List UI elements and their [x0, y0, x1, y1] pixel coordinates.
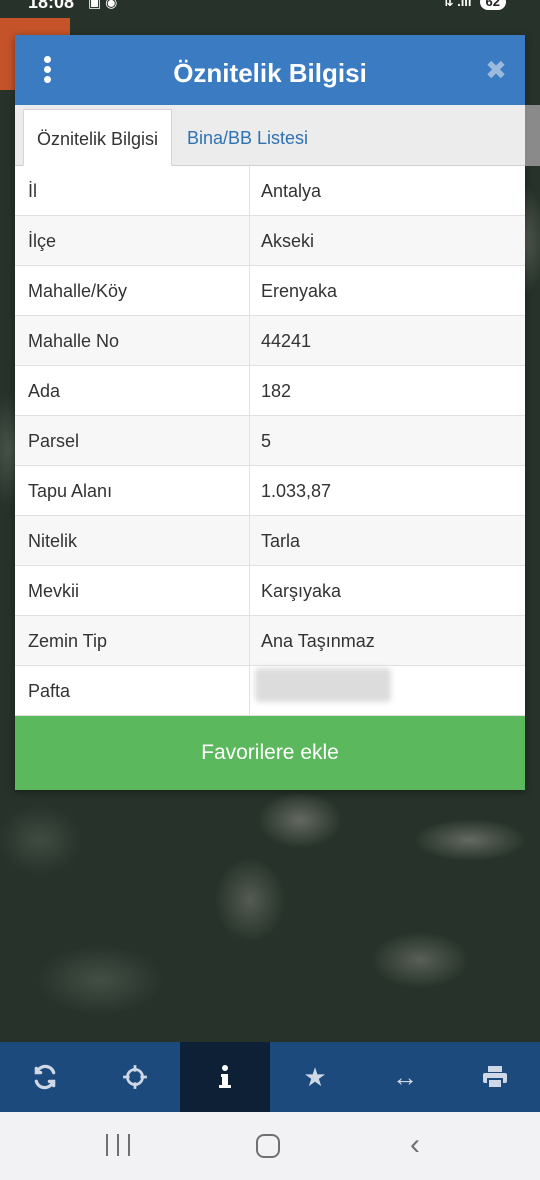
battery-icon: 62	[479, 0, 506, 10]
refresh-icon[interactable]	[0, 1042, 90, 1112]
notification-icons: ▣ ◉	[88, 0, 118, 10]
status-bar: 18:08 ▣ ◉ ⇅ .ıll 62	[0, 0, 540, 20]
row-value: Akseki	[261, 231, 315, 251]
modal-header: Öznitelik Bilgisi ✖	[15, 35, 525, 105]
recent-apps-icon[interactable]	[106, 1134, 130, 1158]
home-icon[interactable]	[256, 1134, 280, 1158]
table-row: Ada 182	[15, 366, 525, 416]
add-to-favorites-button[interactable]: Favorilere ekle	[15, 716, 525, 790]
table-row: Mevkii Karşıyaka	[15, 566, 525, 616]
row-label: Parsel	[28, 431, 80, 451]
tab-building-list[interactable]: Bina/BB Listesi	[175, 109, 320, 166]
tabs-scrollbar[interactable]	[525, 105, 540, 166]
row-value: Erenyaka	[261, 281, 338, 301]
row-value: Antalya	[261, 181, 322, 201]
row-value: Tarla	[261, 531, 301, 551]
measure-icon[interactable]: ↔	[360, 1042, 450, 1112]
row-label: Zemin Tip	[28, 631, 108, 651]
status-time: 18:08	[28, 0, 75, 12]
star-icon[interactable]: ★	[270, 1042, 360, 1112]
row-value: 182	[261, 381, 292, 401]
row-label: Mevkii	[28, 581, 80, 601]
row-label: Nitelik	[28, 531, 78, 551]
table-row: İl Antalya	[15, 166, 525, 216]
signal-icon: ⇅ .ıll	[442, 0, 472, 9]
row-label: Pafta	[28, 681, 71, 701]
table-row: Tapu Alanı 1.033,87	[15, 466, 525, 516]
table-row: Mahalle/Köy Erenyaka	[15, 266, 525, 316]
table-row: Parsel 5	[15, 416, 525, 466]
android-nav-bar: ‹	[0, 1112, 540, 1180]
table-row: Nitelik Tarla	[15, 516, 525, 566]
crosshair-icon[interactable]	[90, 1042, 180, 1112]
attribute-table: İl Antalya İlçe Akseki Mahalle/Köy Ereny…	[15, 166, 525, 716]
table-row: Mahalle No 44241	[15, 316, 525, 366]
row-value: 5	[261, 431, 272, 451]
info-icon[interactable]	[180, 1042, 270, 1112]
back-icon[interactable]: ‹	[410, 1130, 432, 1160]
row-value: 1.033,87	[261, 481, 332, 501]
modal-title: Öznitelik Bilgisi	[173, 58, 367, 88]
status-icons-right: ⇅ .ıll 62	[443, 0, 506, 10]
row-label: Mahalle/Köy	[28, 281, 128, 301]
table-row: İlçe Akseki	[15, 216, 525, 266]
row-value: 44241	[261, 331, 312, 351]
tab-bar: Öznitelik Bilgisi Bina/BB Listesi	[15, 105, 525, 166]
row-label: Tapu Alanı	[28, 481, 113, 501]
redacted-value	[255, 668, 391, 702]
row-label: İl	[28, 181, 37, 201]
row-label: Mahalle No	[28, 331, 120, 351]
row-label: Ada	[28, 381, 61, 401]
bottom-toolbar: ★ ↔	[0, 1042, 540, 1112]
table-row: Zemin Tip Ana Taşınmaz	[15, 616, 525, 666]
table-row: Pafta	[15, 666, 525, 716]
tab-attribute-info[interactable]: Öznitelik Bilgisi	[23, 109, 172, 166]
close-icon[interactable]: ✖	[483, 55, 509, 85]
print-icon[interactable]	[450, 1042, 540, 1112]
row-value: Karşıyaka	[261, 581, 342, 601]
row-label: İlçe	[28, 231, 57, 251]
row-value: Ana Taşınmaz	[261, 631, 375, 651]
attribute-info-modal: Öznitelik Bilgisi ✖ Öznitelik Bilgisi Bi…	[15, 35, 540, 790]
